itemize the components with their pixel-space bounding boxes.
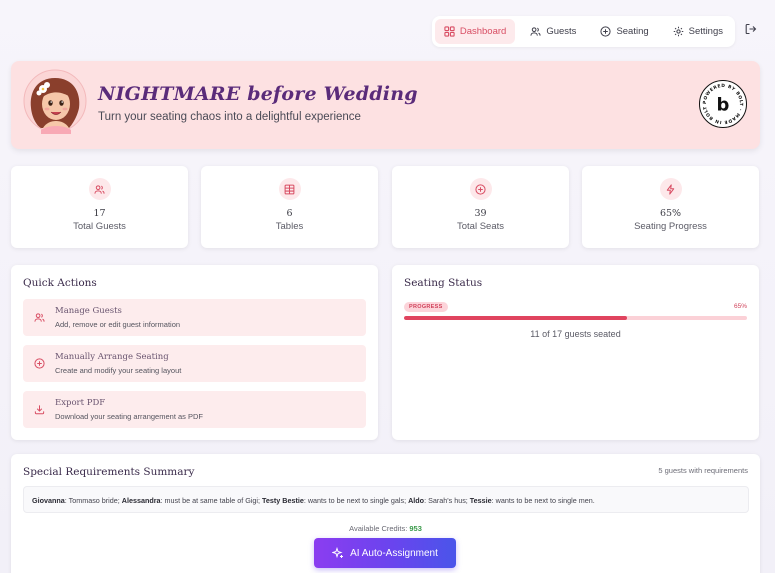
panel-title: Quick Actions (23, 277, 97, 289)
stat-value: 39 (474, 208, 487, 219)
hero-banner: NIGHTMARE before Wedding Turn your seati… (11, 61, 760, 149)
available-credits: Available Credits: 953 (11, 524, 760, 533)
svg-text:b: b (717, 95, 730, 116)
action-arrange-seating[interactable]: Manually Arrange Seating Create and modi… (23, 345, 366, 382)
seating-status-panel: Seating Status PROGRESS 65% 11 of 17 gue… (392, 265, 759, 440)
stat-label: Seating Progress (634, 221, 707, 232)
stat-icon-wrap (659, 178, 682, 200)
req-guest-name: Alessandra (121, 496, 161, 505)
stat-icon-wrap (88, 178, 111, 200)
bride-avatar (23, 69, 87, 134)
req-guest-name: Aldo (408, 496, 425, 505)
app-title: NIGHTMARE before Wedding (98, 83, 418, 105)
stat-label: Total Seats (457, 221, 504, 232)
action-desc: Add, remove or edit guest information (55, 320, 181, 329)
lightning-icon (666, 183, 675, 195)
nav-seating-label: Seating (616, 26, 649, 37)
requirements-count: 5 guests with requirements (658, 466, 748, 475)
nav-settings-label: Settings (688, 26, 723, 37)
panel-title: Seating Status (404, 277, 483, 289)
plus-circle-icon (34, 358, 45, 369)
grid-icon (444, 26, 455, 37)
credits-label: Available Credits: (349, 524, 410, 533)
ai-button-label: AI Auto-Assignment (350, 547, 438, 559)
action-desc: Create and modify your seating layout (55, 366, 182, 375)
stat-seating-progress: 65% Seating Progress (582, 166, 759, 248)
ai-auto-assignment-button[interactable]: AI Auto-Assignment (314, 538, 456, 568)
table-icon (284, 184, 295, 194)
special-requirements-panel: Special Requirements Summary 5 guests wi… (11, 454, 760, 573)
stat-total-seats: 39 Total Seats (392, 166, 569, 248)
quick-actions-panel: Quick Actions Manage Guests Add, remove … (11, 265, 378, 440)
progress-fill (404, 316, 627, 320)
users-icon (34, 313, 45, 322)
app-subtitle: Turn your seating chaos into a delightfu… (98, 111, 361, 123)
nav-dashboard[interactable]: Dashboard (434, 19, 516, 44)
req-text: : must be at same table of Gigi; (160, 496, 263, 505)
users-icon (94, 184, 105, 194)
stat-value: 6 (286, 208, 293, 219)
progress-pill: PROGRESS (404, 302, 448, 312)
action-title: Manage Guests (55, 306, 122, 316)
stat-total-guests: 17 Total Guests (11, 166, 188, 248)
stat-icon-wrap (278, 178, 301, 200)
sparkles-icon (332, 547, 344, 559)
req-guest-name: Giovanna (32, 496, 65, 505)
progress-percent: 65% (733, 303, 747, 310)
seated-count: 11 of 17 guests seated (530, 329, 621, 339)
stat-icon-wrap (469, 178, 492, 200)
stat-value: 17 (93, 208, 106, 219)
nav-settings[interactable]: Settings (664, 19, 732, 44)
action-title: Manually Arrange Seating (55, 352, 169, 362)
action-manage-guests[interactable]: Manage Guests Add, remove or edit guest … (23, 299, 366, 336)
req-text: : Sarah's hus; (424, 496, 470, 505)
download-icon (34, 405, 45, 415)
req-guest-name: Tessie (469, 496, 492, 505)
nav-dashboard-label: Dashboard (459, 26, 507, 37)
req-text: : wants to be next to single men. (491, 496, 595, 505)
gear-icon (673, 26, 683, 37)
req-guest-name: Testy Bestie (262, 496, 304, 505)
plus-circle-icon (475, 183, 486, 195)
nav-guests-label: Guests (546, 26, 577, 37)
action-title: Export PDF (55, 398, 106, 408)
credits-value: 953 (409, 524, 422, 533)
requirements-list: Giovanna: Tommaso bride; Alessandra: mus… (23, 486, 749, 513)
panel-title: Special Requirements Summary (23, 466, 195, 478)
stat-label: Tables (275, 221, 304, 232)
action-desc: Download your seating arrangement as PDF (55, 412, 203, 421)
req-text: : Tommaso bride; (64, 496, 122, 505)
stat-label: Total Guests (73, 221, 126, 232)
logout-icon[interactable] (745, 23, 757, 35)
top-navigation: Dashboard Guests Seating Settings (431, 16, 735, 47)
bolt-badge[interactable]: POWERED BY BOLT · MADE IN BOLT · NEW b (699, 80, 747, 128)
nav-guests[interactable]: Guests (521, 19, 585, 44)
req-text: : wants to be next to single gals; (303, 496, 409, 505)
action-export-pdf[interactable]: Export PDF Download your seating arrange… (23, 391, 366, 428)
nav-seating[interactable]: Seating (591, 19, 657, 44)
stat-value: 65% (659, 208, 682, 219)
plus-circle-icon (600, 26, 612, 37)
stat-tables: 6 Tables (201, 166, 378, 248)
progress-bar (404, 316, 747, 320)
users-icon (530, 27, 541, 36)
